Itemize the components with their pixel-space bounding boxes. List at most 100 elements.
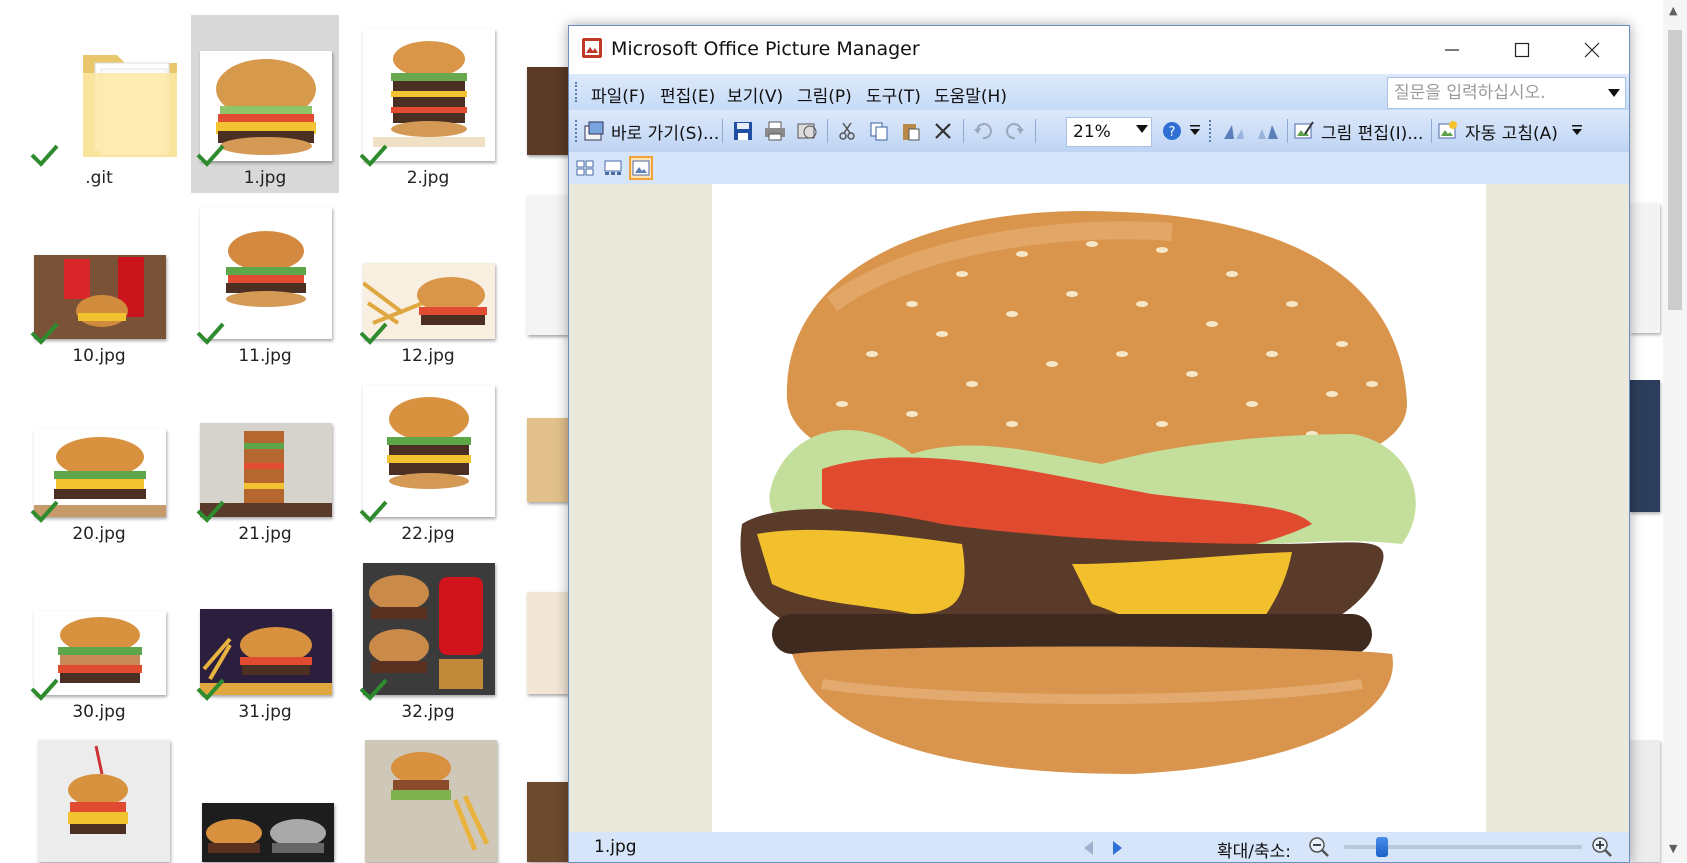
chevron-down-icon (1608, 89, 1620, 97)
file-label: 32.jpg (401, 702, 455, 722)
help-search-box (1387, 77, 1626, 109)
toolbar-grip[interactable] (575, 82, 581, 102)
file-item-22-jpg[interactable]: 22.jpg (354, 371, 502, 549)
previous-picture-button[interactable] (1081, 839, 1097, 857)
menu-help[interactable]: 도움말(H) (934, 82, 1007, 107)
zoom-in-icon (1592, 837, 1612, 857)
zoom-in-button[interactable] (1591, 836, 1613, 862)
maximize-icon (1514, 42, 1530, 58)
file-label: 10.jpg (72, 346, 126, 366)
print-button[interactable] (761, 116, 789, 146)
rotate-right-button[interactable] (1253, 116, 1283, 146)
file-item-1-jpg[interactable]: 1.jpg (191, 15, 339, 193)
zoom-slider-thumb[interactable] (1376, 837, 1388, 857)
standard-toolbar: 바로 가기(S)... 21% ? 그림 편집(I)... 자동 고침(A) (569, 110, 1629, 152)
delete-button[interactable] (929, 116, 957, 146)
sync-check-icon (358, 321, 388, 347)
window-title: Microsoft Office Picture Manager (611, 38, 920, 60)
help-dropdown-button[interactable] (1603, 78, 1625, 108)
zoom-select[interactable]: 21% (1066, 117, 1152, 147)
file-item-11-jpg[interactable]: 11.jpg (191, 193, 339, 371)
menu-edit[interactable]: 편집(E) (660, 82, 715, 107)
title-bar[interactable]: Microsoft Office Picture Manager (569, 26, 1629, 74)
close-icon (1584, 42, 1600, 58)
copy-icon (870, 122, 888, 141)
scroll-up-icon[interactable]: ▲ (1669, 4, 1677, 17)
file-item-12-jpg[interactable]: 12.jpg (354, 193, 502, 371)
file-item-2-jpg[interactable]: 2.jpg (354, 15, 502, 193)
thumbnail-view-icon (576, 160, 594, 176)
minimize-button[interactable] (1417, 26, 1487, 74)
zoom-out-button[interactable] (1308, 836, 1330, 862)
undo-button[interactable] (969, 116, 997, 146)
explorer-scrollbar[interactable]: ▲ ▼ (1663, 0, 1687, 862)
burger-picture (740, 210, 1416, 774)
displayed-picture (712, 184, 1486, 832)
file-item-10-jpg[interactable]: 10.jpg (25, 193, 173, 371)
sync-check-icon (195, 321, 225, 347)
filmstrip-view-button[interactable] (601, 156, 625, 180)
help-icon: ? (1163, 122, 1181, 140)
file-label: 31.jpg (238, 702, 292, 722)
redo-button[interactable] (1001, 116, 1029, 146)
file-label: 30.jpg (72, 702, 126, 722)
close-button[interactable] (1557, 26, 1627, 74)
single-picture-view-icon (632, 160, 650, 176)
redo-icon (1006, 123, 1024, 140)
auto-correct-button[interactable]: 자동 고침(A) (1437, 116, 1558, 146)
shortcuts-icon (584, 121, 604, 141)
file-item-31-jpg[interactable]: 31.jpg (191, 549, 339, 727)
file-item-folder-git[interactable]: .git (25, 15, 177, 193)
help-button[interactable]: ? (1159, 116, 1185, 146)
file-item-32-jpg[interactable]: 32.jpg (354, 549, 502, 727)
save-button[interactable] (729, 116, 757, 146)
status-filename: 1.jpg (594, 837, 637, 857)
menu-picture[interactable]: 그림(P) (797, 82, 852, 107)
image-thumbnail (1630, 203, 1660, 333)
copy-button[interactable] (865, 116, 893, 146)
menu-file[interactable]: 파일(F) (591, 82, 645, 107)
toolbar-separator (1287, 119, 1288, 143)
image-thumbnail (1630, 740, 1660, 862)
rotate-left-button[interactable] (1219, 116, 1249, 146)
rotate-right-icon (1258, 125, 1278, 139)
edit-picture-icon (1294, 121, 1314, 139)
file-label: .git (85, 168, 113, 188)
file-item-30-jpg[interactable]: 30.jpg (25, 549, 173, 727)
picture-canvas (569, 184, 1629, 832)
toolbar-grip[interactable] (575, 120, 581, 142)
cut-button[interactable] (833, 116, 861, 146)
file-label: 22.jpg (401, 524, 455, 544)
sync-check-icon (195, 143, 225, 169)
thumbnail-view-button[interactable] (573, 156, 597, 180)
help-search-input[interactable] (1388, 78, 1606, 108)
image-thumbnail (200, 207, 332, 339)
toolbar-options-button[interactable] (1569, 116, 1585, 146)
shortcuts-button[interactable]: 바로 가기(S)... (583, 116, 719, 146)
send-email-button[interactable] (793, 116, 821, 146)
sync-check-icon (358, 499, 388, 525)
paste-icon (903, 124, 920, 141)
filmstrip-view-icon (604, 160, 622, 175)
edit-picture-button[interactable]: 그림 편집(I)... (1293, 116, 1423, 146)
menu-view[interactable]: 보기(V) (727, 82, 783, 107)
next-picture-button[interactable] (1109, 839, 1125, 857)
image-thumbnail (363, 563, 495, 695)
scroll-down-icon[interactable]: ▼ (1669, 842, 1677, 855)
file-label: 11.jpg (238, 346, 292, 366)
edit-picture-label: 그림 편집(I)... (1321, 123, 1424, 144)
zoom-slider[interactable] (1344, 837, 1582, 857)
toolbar-grip[interactable] (1209, 120, 1215, 142)
image-thumbnail (38, 740, 170, 862)
toolbar-separator (963, 119, 964, 143)
sync-check-icon (195, 499, 225, 525)
single-picture-view-button[interactable] (629, 156, 653, 180)
arrow-left-icon (1084, 841, 1093, 855)
file-item-20-jpg[interactable]: 20.jpg (25, 371, 173, 549)
scrollbar-thumb[interactable] (1668, 30, 1682, 310)
maximize-button[interactable] (1487, 26, 1557, 74)
menu-tools[interactable]: 도구(T) (866, 82, 921, 107)
file-item-21-jpg[interactable]: 21.jpg (191, 371, 339, 549)
paste-button[interactable] (897, 116, 925, 146)
toolbar-options-button[interactable] (1187, 116, 1203, 146)
